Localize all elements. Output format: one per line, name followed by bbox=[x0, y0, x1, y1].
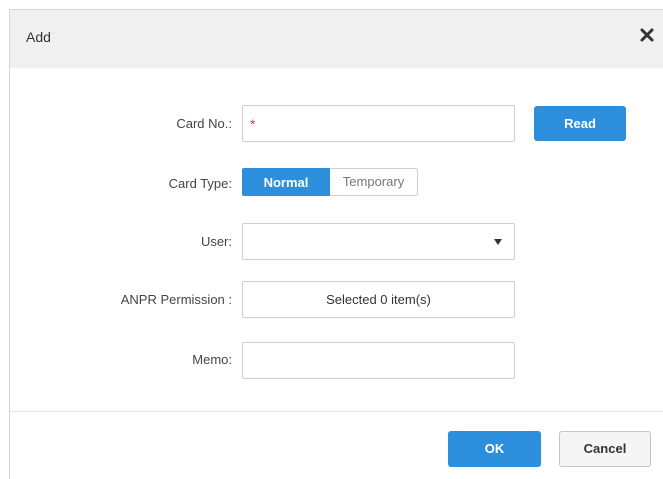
user-label: User: bbox=[200, 234, 232, 249]
card-no-label: Card No.: bbox=[176, 116, 232, 131]
anpr-permission-selector[interactable]: Selected 0 item(s) bbox=[242, 281, 515, 318]
card-no-input[interactable]: * bbox=[242, 105, 515, 142]
cancel-button[interactable]: Cancel bbox=[559, 431, 651, 467]
memo-input[interactable] bbox=[242, 342, 515, 379]
read-button[interactable]: Read bbox=[534, 106, 626, 141]
chevron-down-icon bbox=[494, 239, 502, 245]
close-icon[interactable] bbox=[639, 27, 655, 43]
card-type-label: Card Type: bbox=[168, 176, 232, 191]
anpr-permission-label: ANPR Permission : bbox=[120, 292, 232, 307]
user-select[interactable] bbox=[242, 223, 515, 260]
card-type-temporary-option[interactable]: Temporary bbox=[330, 168, 418, 196]
card-type-normal-option[interactable]: Normal bbox=[242, 168, 330, 196]
ok-button[interactable]: OK bbox=[448, 431, 541, 467]
dialog-header: Add bbox=[10, 10, 663, 68]
footer-divider bbox=[10, 411, 663, 412]
dialog-title: Add bbox=[26, 29, 51, 45]
memo-label: Memo: bbox=[192, 352, 232, 367]
add-card-dialog: Add Card No.: * Read Card Type: Normal T… bbox=[9, 9, 663, 479]
required-marker: * bbox=[250, 116, 256, 132]
